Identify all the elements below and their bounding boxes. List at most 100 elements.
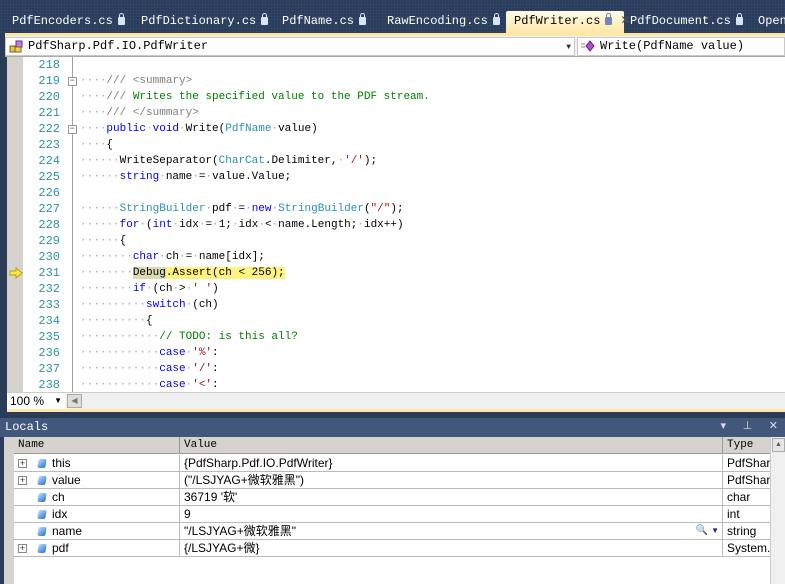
code-line[interactable]: 235 ············// TODO: is this all? [23, 329, 785, 345]
indicator-margin[interactable] [7, 57, 23, 392]
chevron-down-icon[interactable]: ▼ [711, 523, 719, 539]
whitespace-marker: · [258, 219, 265, 231]
lock-icon [117, 13, 125, 25]
zoom-combo[interactable]: 100 % ▼ [7, 393, 65, 409]
code-editor[interactable]: 218 219− ····/// <summary> 220 ····/// Write… [0, 57, 785, 392]
code-line[interactable]: 238 ············case·'<': [23, 377, 785, 392]
tab-rawencoding-cs[interactable]: RawEncoding.cs [379, 11, 500, 33]
variable-value: {/LSJYAG+微} [184, 541, 260, 555]
magnifier-icon[interactable]: 🔍 [696, 523, 708, 539]
column-header-value[interactable]: Value [180, 437, 723, 454]
expand-toggle[interactable]: + [18, 544, 27, 553]
code-line[interactable]: 233 ··········switch·(ch) [23, 297, 785, 313]
code-line[interactable]: 227 ······StringBuilder·pdf·=·new·StringB… [23, 201, 785, 217]
column-header-name[interactable]: Name [14, 437, 180, 454]
value-cell[interactable]: 9 [180, 506, 723, 522]
code-token: pdf [212, 203, 232, 215]
expand-toggle[interactable]: + [18, 459, 27, 468]
code-token: WriteSeparator( [119, 155, 219, 167]
scroll-left-button[interactable]: ◀ [67, 394, 82, 408]
code-line[interactable]: 230 ········char·ch·=·name[idx]; [23, 249, 785, 265]
value-cell[interactable]: "/LSJYAG+微软雅黑" 🔍 ▼ [180, 523, 723, 539]
variable-name: ch [52, 490, 65, 504]
code-line[interactable]: 224 ······WriteSeparator(CharCat.Delimite… [23, 153, 785, 169]
whitespace-marker: ········ [80, 283, 133, 295]
code-line[interactable]: 228 ······for·(int·idx·=·1;·idx·<·name.Le… [23, 217, 785, 233]
code-line[interactable]: 223 ····{ [23, 137, 785, 153]
code-token: : [212, 347, 219, 359]
code-line[interactable]: 229 ······{ [23, 233, 785, 249]
code-line[interactable]: 225 ······string·name·=·value.Value; [23, 169, 785, 185]
tab-pdfdocument-cs[interactable]: PdfDocument.cs [622, 11, 743, 33]
locals-row[interactable]: + this {PdfSharp.Pdf.IO.PdfWriter} PdfSharp… [14, 455, 770, 472]
whitespace-marker: ···· [80, 75, 107, 87]
value-cell[interactable]: 36719 '软' [180, 489, 723, 505]
code-token: : [212, 379, 219, 391]
code-text: ······{ [80, 233, 126, 249]
code-line[interactable]: 219− ····/// <summary> [23, 73, 785, 89]
expand-toggle[interactable]: + [18, 476, 27, 485]
locals-row[interactable]: + value ("/LSJYAG+微软雅黑") PdfSharp.Pdf.PdfNa… [14, 472, 770, 489]
column-header-type[interactable]: Type [723, 437, 770, 454]
lock-icon [359, 13, 367, 25]
tab-label: PdfEncoders.cs [12, 14, 113, 28]
locals-row[interactable]: idx 9 int [14, 506, 770, 523]
tab-opent[interactable]: OpenT [750, 11, 785, 33]
variable-type: char [727, 490, 751, 504]
code-line[interactable]: 237 ············case·'/': [23, 361, 785, 377]
locals-row[interactable]: + pdf {/LSJYAG+微} System.Text.StringBuilder [14, 540, 770, 557]
code-token: idx++) [363, 219, 404, 231]
tab-pdfencoders-cs[interactable]: PdfEncoders.cs [4, 11, 125, 33]
line-number: 218 [38, 58, 60, 72]
variable-value: 9 [184, 507, 191, 521]
code-text: ········if·(ch·>·' ') [80, 281, 219, 297]
code-line[interactable]: 220 ····/// Writes the specified value to… [23, 89, 785, 105]
whitespace-marker: · [159, 251, 166, 263]
code-line[interactable]: 231 ········Debug.Assert(ch < 256); [9, 265, 785, 281]
type-cell: int [723, 506, 770, 522]
line-number: 222 [38, 122, 60, 136]
code-token: /// </summary> [106, 107, 199, 119]
code-token: value.Value; [212, 171, 292, 183]
code-text: ········Debug.Assert(ch < 256); [80, 265, 285, 281]
code-token: ( [363, 203, 371, 215]
code-token: < [264, 219, 272, 231]
tab-pdfname-cs[interactable]: PdfName.cs [274, 11, 367, 33]
value-cell[interactable]: {/LSJYAG+微} [180, 540, 723, 556]
code-line[interactable]: 218 [23, 57, 785, 73]
locals-title: Locals [5, 420, 49, 434]
line-number: 236 [38, 346, 60, 360]
scroll-up-button[interactable]: ▲ [772, 438, 785, 452]
member-combo[interactable]: Write(PdfName value) [577, 37, 785, 56]
code-line[interactable]: 234 ··········{ [23, 313, 785, 329]
line-number: 233 [38, 298, 60, 312]
code-token: PdfName [225, 123, 272, 135]
field-icon [37, 493, 47, 502]
value-cell[interactable]: {PdfSharp.Pdf.IO.PdfWriter} [180, 455, 723, 471]
whitespace-marker: · [146, 123, 153, 135]
locals-row[interactable]: name "/LSJYAG+微软雅黑" 🔍 ▼ string [14, 523, 770, 540]
code-text: ··········switch·(ch) [80, 297, 219, 313]
type-combo[interactable]: PdfSharp.Pdf.IO.PdfWriter ▼ [5, 37, 575, 56]
code-line[interactable]: 222− ····public·void·Write(PdfName·value) [23, 121, 785, 137]
code-line[interactable]: 236 ············case·'%': [23, 345, 785, 361]
whitespace-marker: ········ [80, 251, 133, 263]
code-token: '<' [192, 379, 213, 391]
tab-pdfwriter-cs[interactable]: PdfWriter.cs ✕ [506, 11, 630, 33]
value-cell[interactable]: ("/LSJYAG+微软雅黑") [180, 472, 723, 488]
name-cell: + pdf [14, 540, 180, 556]
tab-label: PdfDictionary.cs [141, 14, 257, 28]
code-line[interactable]: 232 ········if·(ch·>·' ') [23, 281, 785, 297]
whitespace-marker: ······ [80, 171, 120, 183]
locals-row[interactable]: ch 36719 '软' char [14, 489, 770, 506]
variable-type: System.Text.StringBuilder [727, 541, 770, 555]
vertical-scrollbar[interactable]: ▲ [770, 437, 785, 584]
whitespace-marker: ············ [80, 363, 160, 375]
code-line[interactable]: 221 ····/// </summary> [23, 105, 785, 121]
collapse-toggle[interactable]: − [68, 125, 77, 134]
tab-pdfdictionary-cs[interactable]: PdfDictionary.cs [133, 11, 269, 33]
collapse-toggle[interactable]: − [68, 77, 77, 86]
code-line[interactable]: 226 [23, 185, 785, 201]
code-token: { [119, 235, 127, 247]
panel-window-buttons[interactable]: ▾ ⊥ ✕ [720, 418, 783, 437]
